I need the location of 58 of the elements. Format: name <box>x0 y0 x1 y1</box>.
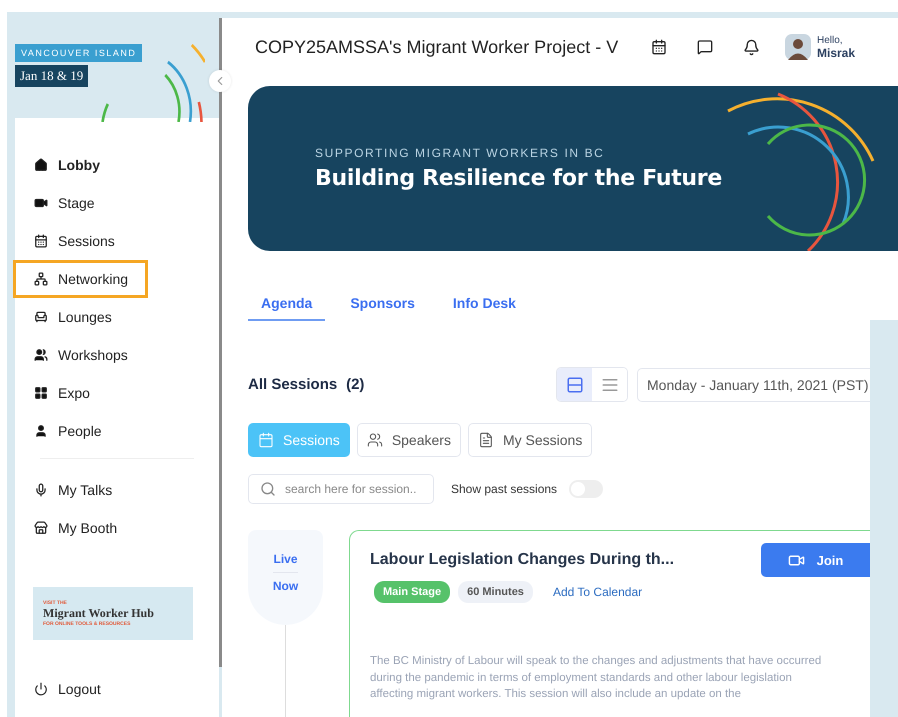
filter-button[interactable]: My Sessions <box>468 423 592 457</box>
calendar-icon <box>651 39 667 55</box>
grid-icon <box>34 386 48 400</box>
sidebar-item[interactable]: Lobby <box>13 146 148 184</box>
sidebar-item[interactable]: People <box>13 412 148 450</box>
tab[interactable]: Info Desk <box>440 291 529 321</box>
user-name: Misrak <box>817 46 856 60</box>
sidebar-item[interactable]: Workshops <box>13 336 148 374</box>
home-icon <box>34 158 48 172</box>
session-description: The BC Ministry of Labour will speak to the changes and adjustments that have occurred during the pandemic in terms of employment standards and other labour legislation affecting migrant workers. This session will also include an update on the <box>370 654 822 702</box>
now-label: Now <box>272 579 298 593</box>
search-field[interactable]: search here for session.. <box>248 474 434 504</box>
event-dates-label: Jan 18 & 19 <box>15 65 88 87</box>
sidebar-item[interactable]: Networking <box>13 260 148 298</box>
promo-title: Migrant Worker Hub <box>43 606 155 621</box>
add-to-calendar-link[interactable]: Add To Calendar <box>552 585 642 599</box>
group-icon <box>34 348 48 362</box>
sidebar-item[interactable]: Expo <box>13 374 148 412</box>
sidebar-item[interactable]: Stage <box>13 184 148 222</box>
logout-item[interactable]: Logout <box>13 670 148 708</box>
date-select[interactable]: Monday - January 11th, 2021 (PST) <box>637 368 870 402</box>
sidebar-item[interactable]: Lounges <box>13 298 148 336</box>
sidebar-item[interactable]: My Talks <box>13 471 148 509</box>
calendar-icon <box>258 432 274 448</box>
banner-kicker: SUPPORTING MIGRANT WORKERS IN BC <box>315 146 606 160</box>
avatar-icon[interactable] <box>785 34 811 60</box>
microphone-icon <box>34 483 48 497</box>
filter-button[interactable]: Speakers <box>356 423 461 457</box>
session-title: Labour Legislation Changes During th... <box>370 551 674 569</box>
network-icon <box>34 272 48 286</box>
booth-icon <box>34 521 48 535</box>
duration-tag: 60 Minutes <box>458 581 533 603</box>
greeting-text: Hello, <box>817 34 844 46</box>
event-title: COPY25AMSSA's Migrant Worker Project - V <box>255 36 620 58</box>
tab[interactable]: Agenda <box>248 291 326 321</box>
people-icon <box>366 432 383 448</box>
bell-icon <box>742 38 760 56</box>
armchair-icon <box>34 310 48 324</box>
calendar-icon <box>34 234 48 248</box>
banner-title: Building Resilience for the Future <box>315 166 722 191</box>
search-icon <box>260 481 276 497</box>
sessions-heading: All Sessions <box>248 376 338 393</box>
view-button[interactable] <box>557 368 592 401</box>
chat-icon <box>697 39 713 55</box>
sessions-count: (2) <box>346 376 364 393</box>
document-icon <box>478 432 494 448</box>
live-label: Live <box>273 552 298 573</box>
person-icon <box>34 424 48 438</box>
join-button[interactable]: Join <box>761 543 870 577</box>
stage-tag: Main Stage <box>374 581 450 603</box>
event-region-label: VANCOUVER ISLAND <box>15 44 142 62</box>
sidebar-item[interactable]: Sessions <box>13 222 148 260</box>
sidebar-item[interactable]: My Booth <box>13 509 148 547</box>
video-camera-icon <box>34 196 48 210</box>
power-icon <box>34 682 48 696</box>
tab[interactable]: Sponsors <box>337 291 428 321</box>
card-view-icon <box>566 376 584 394</box>
toggle-label: Show past sessions <box>451 482 558 496</box>
